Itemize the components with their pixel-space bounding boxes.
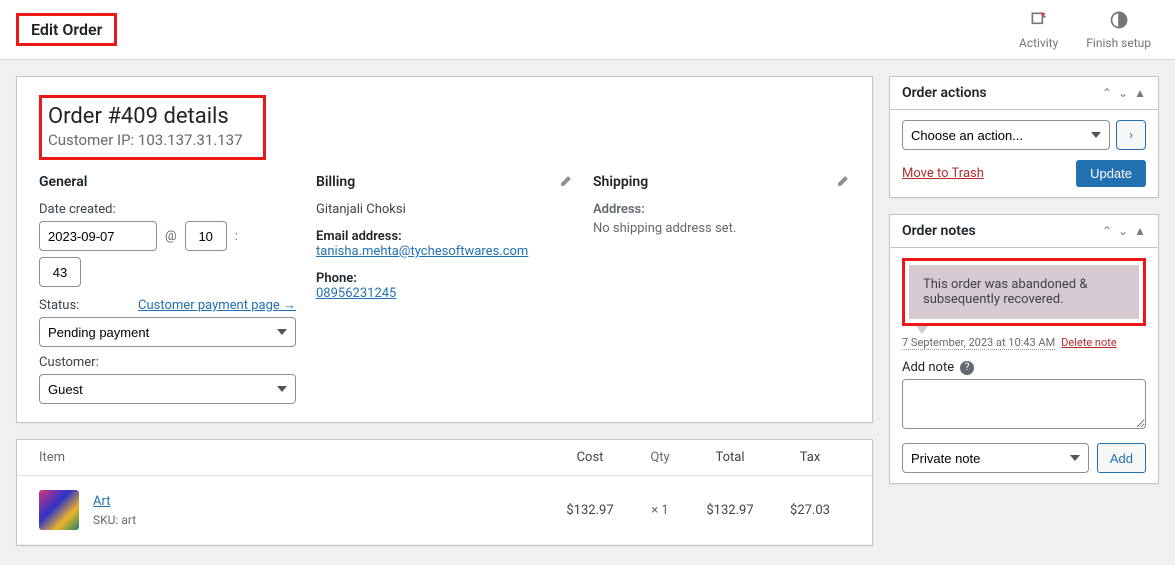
activity-button[interactable]: Activity	[1019, 10, 1058, 50]
product-thumbnail[interactable]	[39, 490, 79, 530]
billing-section: Billing Gitanjali Choksi Email address: …	[316, 174, 573, 404]
add-note-button[interactable]: Add	[1097, 443, 1146, 473]
order-details-card: Order #409 details Customer IP: 103.137.…	[16, 76, 873, 423]
billing-edit-button[interactable]	[559, 174, 573, 192]
shipping-title: Shipping	[593, 174, 850, 190]
billing-phone-link[interactable]: 08956231245	[316, 286, 396, 301]
item-cost: $132.97	[550, 503, 630, 518]
note-highlight: This order was abandoned & subsequently …	[902, 258, 1146, 326]
update-button[interactable]: Update	[1076, 160, 1146, 187]
shipping-address-none: No shipping address set.	[593, 221, 850, 236]
item-qty: × 1	[630, 503, 690, 518]
pencil-icon	[559, 177, 573, 192]
note-type-select[interactable]: Private note	[902, 443, 1089, 473]
chevron-down-icon[interactable]: ⌄	[1118, 86, 1128, 100]
item-total: $132.97	[690, 503, 770, 518]
date-input[interactable]	[39, 221, 157, 251]
col-header-total: Total	[690, 450, 770, 465]
pencil-icon	[836, 177, 850, 192]
table-row: Art SKU: art $132.97 × 1 $132.97 $27.03	[17, 476, 872, 545]
metabox-toggles: ⌃ ⌄ ▲	[1102, 86, 1146, 100]
col-header-tax: Tax	[770, 450, 850, 465]
order-note-bubble: This order was abandoned & subsequently …	[909, 265, 1139, 319]
activity-label: Activity	[1019, 36, 1058, 50]
product-sku: SKU: art	[93, 513, 550, 527]
items-header-row: Item Cost Qty Total Tax	[17, 440, 872, 476]
triangle-up-icon[interactable]: ▲	[1134, 224, 1146, 238]
top-bar: Edit Order Activity Finish setup	[0, 0, 1175, 60]
order-items-card: Item Cost Qty Total Tax Art SKU: art $13…	[16, 439, 873, 546]
customer-select[interactable]: Guest	[39, 374, 296, 404]
chevron-down-icon[interactable]: ⌄	[1118, 224, 1128, 238]
activity-icon	[1029, 10, 1049, 34]
customer-payment-page-link[interactable]: Customer payment page →	[138, 297, 296, 313]
col-header-qty: Qty	[630, 450, 690, 465]
billing-phone-label: Phone:	[316, 271, 573, 286]
add-note-label: Add note	[902, 360, 954, 375]
order-actions-metabox: Order actions ⌃ ⌄ ▲ Choose an action... …	[889, 76, 1159, 198]
col-header-item: Item	[39, 450, 550, 465]
billing-title: Billing	[316, 174, 573, 190]
page-title-highlight: Edit Order	[16, 13, 117, 46]
order-notes-title: Order notes	[902, 223, 976, 239]
customer-label: Customer:	[39, 355, 296, 370]
billing-email-label: Email address:	[316, 229, 573, 244]
note-tail	[916, 326, 928, 334]
finish-setup-label: Finish setup	[1086, 36, 1151, 50]
shipping-section: Shipping Address: No shipping address se…	[593, 174, 850, 404]
chevron-right-icon: ›	[1129, 128, 1133, 143]
triangle-up-icon[interactable]: ▲	[1134, 86, 1146, 100]
hour-input[interactable]	[185, 221, 227, 251]
status-select[interactable]: Pending payment	[39, 317, 296, 347]
order-actions-title: Order actions	[902, 85, 987, 101]
order-heading-highlight: Order #409 details Customer IP: 103.137.…	[39, 95, 266, 160]
help-icon[interactable]: ?	[960, 361, 974, 375]
minute-input[interactable]	[39, 257, 81, 287]
order-actions-header: Order actions ⌃ ⌄ ▲	[890, 77, 1158, 110]
col-header-cost: Cost	[550, 450, 630, 465]
chevron-up-icon[interactable]: ⌃	[1102, 224, 1112, 238]
general-title: General	[39, 174, 296, 190]
note-date: 7 September, 2023 at 10:43 AM	[902, 336, 1055, 350]
order-heading: Order #409 details	[48, 104, 243, 129]
at-symbol: @	[165, 229, 177, 244]
move-to-trash-link[interactable]: Move to Trash	[902, 166, 984, 181]
colon-symbol: :	[235, 229, 238, 244]
product-name-link[interactable]: Art	[93, 494, 110, 509]
order-notes-metabox: Order notes ⌃ ⌄ ▲ This order was abandon…	[889, 214, 1159, 484]
customer-ip: Customer IP: 103.137.31.137	[48, 131, 243, 149]
date-created-label: Date created:	[39, 202, 296, 217]
apply-action-button[interactable]: ›	[1116, 120, 1146, 150]
billing-name: Gitanjali Choksi	[316, 202, 573, 217]
top-right-group: Activity Finish setup	[1019, 10, 1151, 50]
finish-setup-button[interactable]: Finish setup	[1086, 10, 1151, 50]
shipping-address-label: Address:	[593, 202, 850, 217]
shipping-edit-button[interactable]	[836, 174, 850, 192]
delete-note-link[interactable]: Delete note	[1061, 336, 1117, 349]
note-meta: 7 September, 2023 at 10:43 AM Delete not…	[902, 336, 1146, 350]
billing-email-link[interactable]: tanisha.mehta@tychesoftwares.com	[316, 244, 528, 259]
item-tax: $27.03	[770, 503, 850, 518]
chevron-up-icon[interactable]: ⌃	[1102, 86, 1112, 100]
metabox-toggles: ⌃ ⌄ ▲	[1102, 224, 1146, 238]
finish-setup-icon	[1109, 10, 1129, 34]
status-label: Status:	[39, 298, 79, 313]
note-textarea[interactable]	[902, 379, 1146, 429]
item-name-cell: Art SKU: art	[93, 494, 550, 527]
order-action-select[interactable]: Choose an action...	[902, 120, 1110, 150]
page-title: Edit Order	[31, 20, 102, 39]
general-section: General Date created: @ : Status: Custom…	[39, 174, 296, 404]
order-notes-header: Order notes ⌃ ⌄ ▲	[890, 215, 1158, 248]
